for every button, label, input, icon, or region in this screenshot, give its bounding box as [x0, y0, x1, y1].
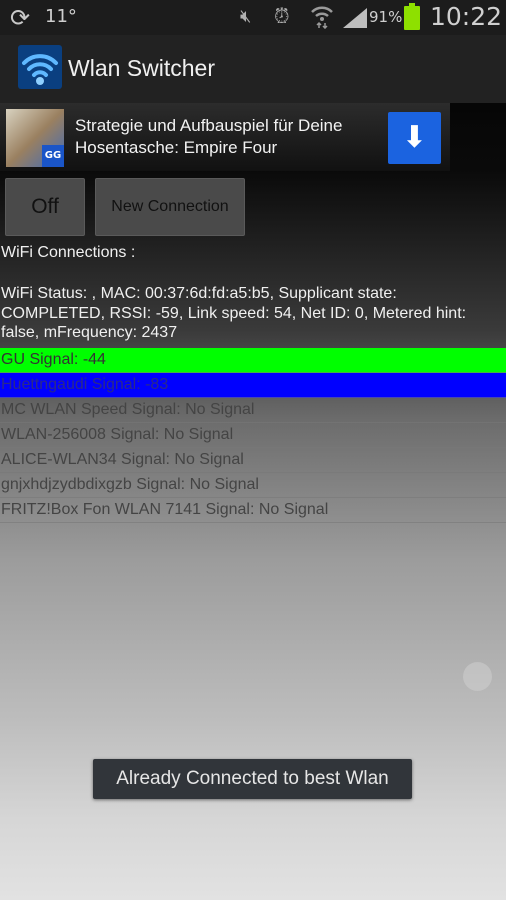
network-list-item[interactable]: FRITZ!Box Fon WLAN 7141 Signal: No Signa…: [0, 498, 506, 523]
network-list-item[interactable]: gnjxhdjzydbdixgzb Signal: No Signal: [0, 473, 506, 498]
battery-icon: [404, 3, 420, 30]
clock: 10:22: [430, 2, 503, 31]
app-title: Wlan Switcher: [68, 55, 215, 81]
network-list-item[interactable]: Huettngaudi Signal: -83: [0, 373, 506, 398]
network-list-item[interactable]: MC WLAN Speed Signal: No Signal: [0, 398, 506, 423]
wifi-icon: [310, 3, 334, 34]
wifi-app-icon[interactable]: [18, 45, 62, 89]
status-bar: ⟳ 11° 🔇︎ ⏰︎ 91% 10:22: [0, 0, 506, 35]
download-arrow-icon: ⬇: [401, 120, 428, 155]
network-list: GU Signal: -44 Huettngaudi Signal: -83 MC …: [0, 348, 506, 523]
ad-banner[interactable]: GG Strategie und Aufbauspiel für Deine H…: [0, 103, 450, 171]
wifi-status-text: WiFi Status: , MAC: 00:37:6d:fd:a5:b5, S…: [1, 285, 467, 341]
ad-download-button[interactable]: ⬇: [388, 112, 441, 164]
temperature: 11°: [45, 6, 77, 27]
network-list-item[interactable]: WLAN-256008 Signal: No Signal: [0, 423, 506, 448]
new-connection-button[interactable]: New Connection: [95, 178, 245, 236]
connections-title: WiFi Connections :: [1, 244, 136, 261]
mute-icon: 🔇︎: [240, 6, 252, 27]
ad-text: Strategie und Aufbauspiel für Deine Hose…: [75, 116, 343, 157]
floating-handle[interactable]: [463, 662, 492, 691]
off-button[interactable]: Off: [5, 178, 85, 236]
network-list-item[interactable]: GU Signal: -44: [0, 348, 506, 373]
battery-percent: 91%: [369, 8, 403, 26]
ad-thumbnail: GG: [6, 109, 64, 167]
network-list-item[interactable]: ALICE-WLAN34 Signal: No Signal: [0, 448, 506, 473]
cell-signal-icon: [343, 8, 367, 28]
alarm-icon: ⏰︎: [274, 4, 290, 28]
action-bar: Wlan Switcher: [0, 35, 506, 103]
ad-badge: GG: [42, 145, 64, 167]
sync-icon: ⟳: [10, 4, 31, 32]
toast-message: Already Connected to best Wlan: [93, 759, 412, 799]
